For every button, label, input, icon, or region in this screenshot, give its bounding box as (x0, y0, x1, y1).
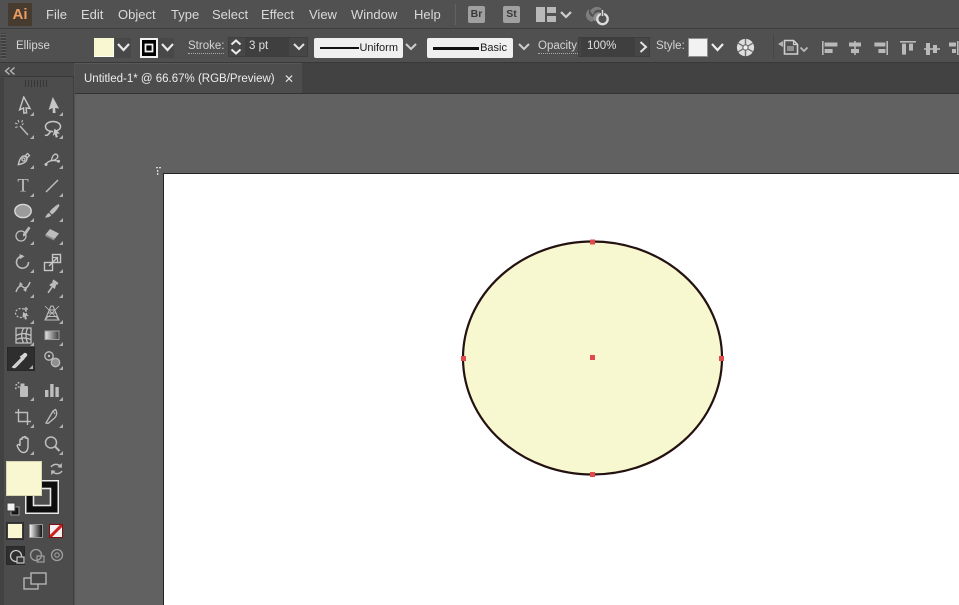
svg-text:T: T (17, 177, 28, 195)
